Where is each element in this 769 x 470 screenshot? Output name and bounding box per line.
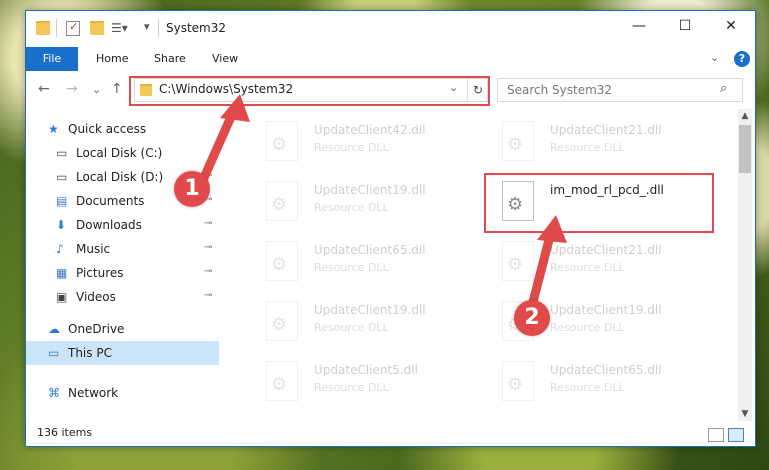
arrow-1-shaft: [198, 105, 239, 185]
arrow-2-head: [537, 215, 567, 243]
arrow-1-head: [220, 94, 250, 122]
callout-1: 1: [174, 171, 210, 207]
arrow-2-shaft: [528, 227, 556, 307]
callout-2: 2: [514, 300, 550, 336]
annotation-arrows: [198, 94, 567, 307]
